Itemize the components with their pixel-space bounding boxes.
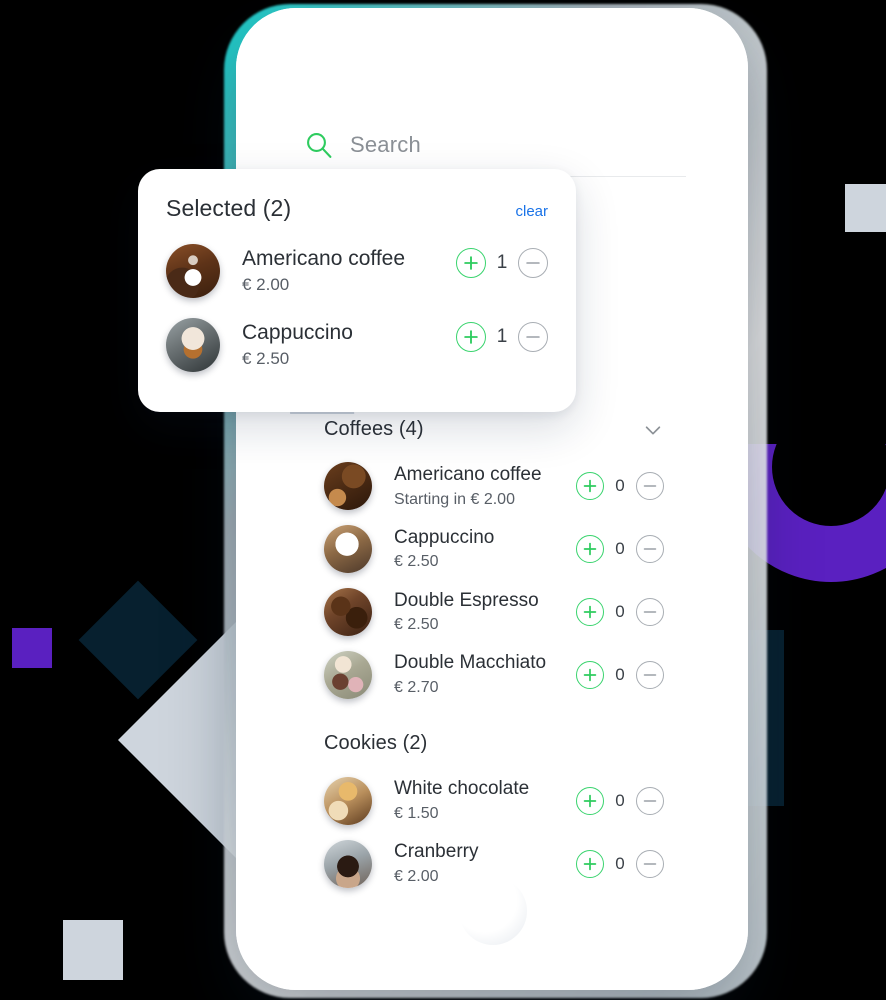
increase-quantity-button[interactable] [576,598,604,627]
product-text: Cappuccino € 2.50 [220,319,456,372]
product-price: € 2.50 [242,348,290,368]
increase-quantity-button[interactable] [576,786,604,815]
quantity-stepper: 1 [456,248,548,278]
product-text: Cappuccino € 2.50 [372,525,576,574]
selected-items-list: Americano coffee € 2.00 1 Cappuccino € 2.50 1 [166,234,548,382]
decrease-quantity-button[interactable] [636,535,664,564]
product-name: Americano coffee [394,464,542,485]
section-header[interactable]: Cookies (2) [324,720,664,769]
product-row: Americano coffee € 2.00 1 [166,234,548,308]
product-price: € 2.70 [394,679,439,697]
quantity-stepper: 0 [576,849,664,878]
chevron-down-icon[interactable] [642,419,664,441]
decrease-quantity-button[interactable] [636,472,664,501]
increase-quantity-button[interactable] [456,322,486,352]
quantity-stepper: 1 [456,322,548,352]
product-price: Starting in € 2.00 [394,490,515,508]
quantity-value: 0 [615,853,625,873]
selected-items-card: Selected (2) clear Americano coffee € 2.0… [138,169,576,412]
increase-quantity-button[interactable] [576,660,604,689]
clear-selection-link[interactable]: clear [515,203,548,220]
quantity-value: 1 [496,252,508,273]
phone-mockup: Coffees (4) Americano coffee Starting in €… [236,8,748,990]
quantity-stepper: 0 [576,472,664,501]
search-input[interactable] [350,132,686,158]
phone-screen: Coffees (4) Americano coffee Starting in €… [236,8,748,990]
product-name: Double Macchiato [394,652,547,674]
product-price: € 2.00 [242,274,290,294]
product-row: Cappuccino € 2.50 0 [324,518,664,581]
quantity-value: 0 [615,790,625,810]
quantity-value: 0 [615,664,625,684]
decrease-quantity-button[interactable] [636,786,664,815]
product-name: Cranberry [394,841,479,863]
product-name: Double Espresso [394,589,539,611]
quantity-value: 0 [615,539,625,559]
americano-coffee-thumbnail [166,244,220,298]
decrease-quantity-button[interactable] [636,598,664,627]
decorative-gray-square-bottom-left [63,920,123,980]
quantity-stepper: 0 [576,535,664,564]
product-row: Cappuccino € 2.50 1 [166,308,548,382]
increase-quantity-button[interactable] [456,248,486,278]
selected-card-title: Selected (2) [166,195,292,221]
product-name: Cappuccino [394,526,495,548]
increase-quantity-button[interactable] [576,472,604,501]
product-price: € 2.50 [394,553,439,571]
screenshot-stage: Coffees (4) Americano coffee Starting in €… [0,0,886,1000]
section-title: Cookies (2) [324,732,428,755]
quantity-value: 1 [496,326,508,347]
product-price: € 2.50 [394,616,439,634]
decrease-quantity-button[interactable] [636,849,664,878]
white-chocolate-cookie-thumbnail [324,776,372,825]
section-header[interactable]: Coffees (4) [324,406,664,455]
decrease-quantity-button[interactable] [636,660,664,689]
product-text: Cranberry € 2.00 [372,839,576,888]
increase-quantity-button[interactable] [576,535,604,564]
decorative-purple-square [12,628,52,668]
quantity-value: 0 [615,476,625,496]
product-text: Americano coffee € 2.00 [220,245,456,298]
double-macchiato-thumbnail [324,650,372,699]
product-row: Americano coffee Starting in € 2.00 0 [324,455,664,518]
selected-card-header: Selected (2) clear [166,195,548,222]
product-name: Cappuccino [242,320,353,344]
product-text: Americano coffee Starting in € 2.00 [372,462,576,511]
product-row: Cranberry € 2.00 0 [324,832,664,895]
product-row: Double Espresso € 2.50 0 [324,581,664,644]
product-price: € 1.50 [394,804,439,822]
product-text: Double Espresso € 2.50 [372,588,576,637]
quantity-value: 0 [615,602,625,622]
product-name: White chocolate [394,778,530,800]
quantity-stepper: 0 [576,660,664,689]
product-price: € 2.00 [394,867,439,885]
double-espresso-thumbnail [324,588,372,637]
decrease-quantity-button[interactable] [518,322,548,352]
cappuccino-thumbnail [166,318,220,372]
product-row: Double Macchiato € 2.70 0 [324,643,664,706]
product-name: Americano coffee [242,246,406,270]
product-catalogue: Coffees (4) Americano coffee Starting in €… [324,406,664,895]
search-icon [307,133,332,158]
decorative-gray-square-top-right [845,184,886,232]
increase-quantity-button[interactable] [576,849,604,878]
cappuccino-thumbnail [324,525,372,574]
product-text: White chocolate € 1.50 [372,776,576,825]
cranberry-cookie-thumbnail [324,839,372,888]
americano-coffee-thumbnail [324,462,372,511]
product-row: White chocolate € 1.50 0 [324,769,664,832]
quantity-stepper: 0 [576,598,664,627]
quantity-stepper: 0 [576,786,664,815]
section-title: Coffees (4) [324,418,424,440]
product-text: Double Macchiato € 2.70 [372,650,576,699]
decrease-quantity-button[interactable] [518,248,548,278]
